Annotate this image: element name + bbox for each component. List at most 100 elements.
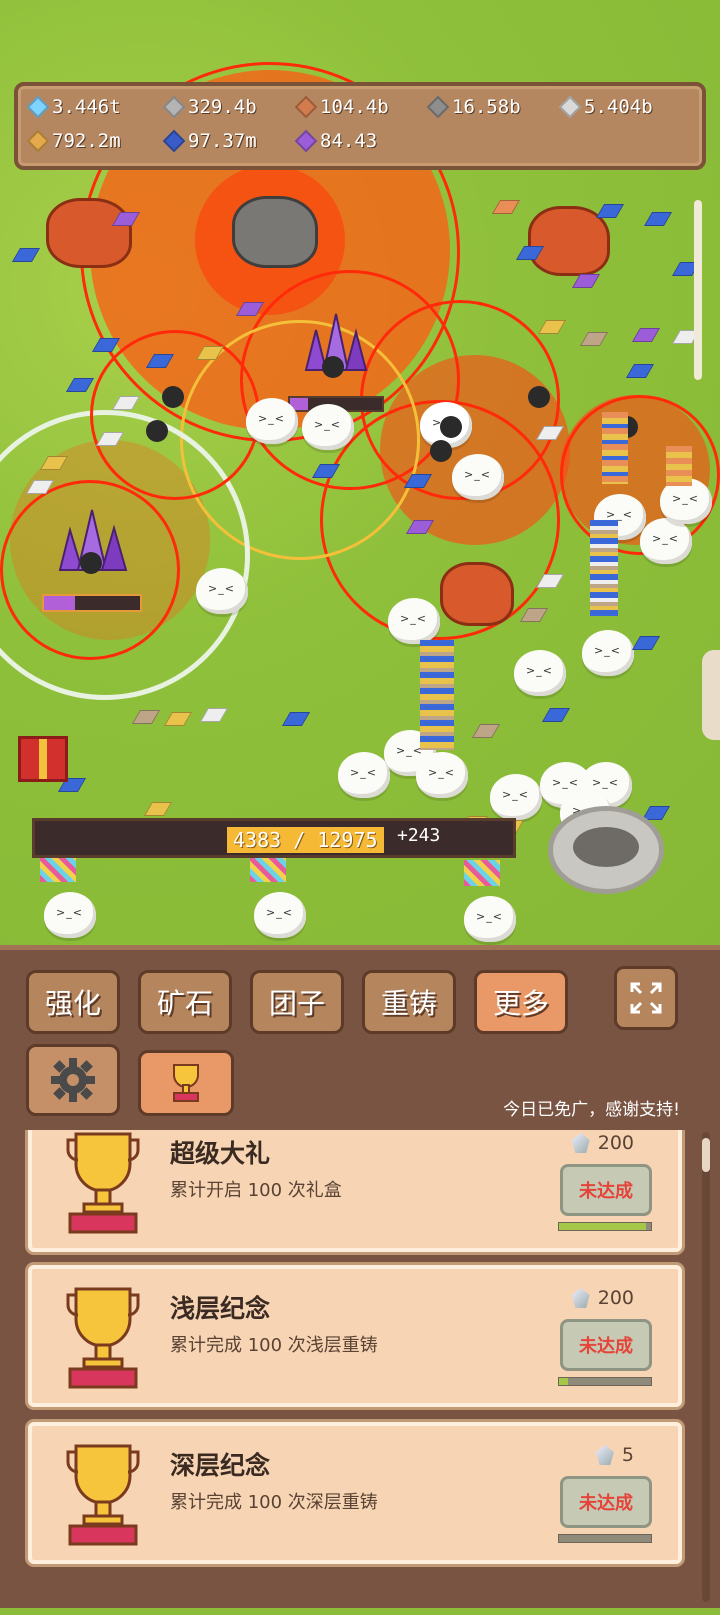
dango-character [196, 568, 248, 614]
achievement-title: 浅层纪念 [170, 1294, 271, 1323]
achievement-reward: 200 [571, 1132, 634, 1154]
dango-character [338, 752, 390, 798]
claim-button[interactable]: 未达成 [560, 1164, 652, 1216]
resource-item: 329.4b [162, 94, 257, 120]
copper-ingot-icon [294, 95, 318, 119]
ore-tile [471, 724, 501, 738]
claim-button[interactable]: 未达成 [560, 1319, 652, 1371]
reward-amount: 200 [597, 1287, 634, 1309]
achievement-desc: 累计完成 100 次浅层重铸 [170, 1335, 378, 1356]
ore-stack [666, 446, 692, 486]
achievements-button[interactable] [138, 1050, 234, 1116]
silver-ingot-icon [558, 95, 582, 119]
ore-tile [579, 332, 609, 346]
dango-character [464, 896, 516, 942]
tab-more[interactable]: 更多 [474, 970, 568, 1034]
tab-reforge[interactable]: 重铸 [362, 970, 456, 1034]
side-drawer-tab[interactable] [702, 650, 720, 740]
ore-stack [420, 640, 454, 750]
game-field[interactable]: 4383 / 12975 +243 3.446t 329.4b 104.4b 1… [0, 0, 720, 965]
trophy-icon [66, 1132, 140, 1234]
gem-icon [571, 1133, 590, 1153]
stone-well[interactable] [548, 806, 664, 894]
claim-button[interactable]: 未达成 [560, 1476, 652, 1528]
dango-character [490, 774, 542, 820]
gear-icon [51, 1058, 95, 1102]
rainbow-flag [40, 856, 76, 882]
tab-upgrade[interactable]: 强化 [26, 970, 120, 1034]
stone-rock[interactable] [232, 196, 318, 268]
diamond-icon [26, 95, 50, 119]
expand-icon [630, 982, 662, 1014]
resource-value: 792.2m [52, 130, 121, 152]
attack-ring [90, 330, 260, 500]
bomb-icon [322, 356, 344, 378]
gold-ingot-icon [26, 129, 50, 153]
dango-character [44, 892, 96, 938]
resource-bar: 3.446t 329.4b 104.4b 16.58b 5.404b 792.2… [14, 82, 706, 170]
achievement-progress [558, 1534, 652, 1543]
amethyst-ingot-icon [294, 129, 318, 153]
reward-amount: 5 [621, 1444, 634, 1466]
dango-character [416, 752, 468, 798]
achievement-reward: 5 [595, 1444, 634, 1466]
side-indicator [694, 200, 702, 380]
resource-value: 104.4b [320, 96, 389, 118]
resource-item: 104.4b [294, 94, 389, 120]
achievement-title: 超级大礼 [170, 1139, 271, 1168]
achievement-card: 浅层纪念 累计完成 100 次浅层重铸 200 未达成 [28, 1265, 682, 1407]
resource-item: 16.58b [426, 94, 521, 120]
achievement-desc: 累计开启 100 次礼盒 [170, 1180, 342, 1201]
dango-character [640, 518, 692, 564]
achievement-card: 超级大礼 累计开启 100 次礼盒 200 未达成 [28, 1130, 682, 1252]
settings-button[interactable] [26, 1044, 120, 1116]
resource-item: 3.446t [26, 94, 121, 120]
bottom-panel: 强化 矿石 团子 重铸 更多 今日已免广，感谢支持! 超级大礼 累计开启 100… [0, 945, 720, 1608]
dango-character [452, 454, 504, 500]
resource-value: 84.43 [320, 130, 378, 152]
copper-ore-rock[interactable] [440, 562, 514, 626]
ore-tile [643, 212, 673, 226]
ore-tile [519, 608, 549, 622]
ore-tile [541, 708, 571, 722]
steel-ingot-icon [426, 95, 450, 119]
tab-ore[interactable]: 矿石 [138, 970, 232, 1034]
iron-ingot-icon [162, 95, 186, 119]
resource-value: 5.404b [584, 96, 653, 118]
ore-health-bar [42, 594, 142, 612]
dango-character [246, 398, 298, 444]
gem-icon [571, 1288, 590, 1308]
bomb-icon [430, 440, 452, 462]
trophy-icon [173, 1064, 199, 1102]
ore-tile [11, 248, 41, 262]
list-scrollbar[interactable] [702, 1132, 710, 1602]
sapphire-ingot-icon [162, 129, 186, 153]
resource-value: 329.4b [188, 96, 257, 118]
resource-value: 3.446t [52, 96, 121, 118]
stage-progress-bar: 4383 / 12975 +243 [32, 818, 516, 858]
bomb-icon [162, 386, 184, 408]
trophy-icon [66, 1287, 140, 1389]
gift-box-icon[interactable] [18, 736, 68, 782]
ore-tile [281, 712, 311, 726]
gem-icon [595, 1445, 614, 1465]
fullscreen-button[interactable] [614, 966, 678, 1030]
dango-character [302, 404, 354, 450]
copper-ore-rock[interactable] [46, 198, 132, 268]
ore-stack [602, 412, 628, 484]
ore-tile [163, 712, 193, 726]
achievement-desc: 累计完成 100 次深层重铸 [170, 1492, 378, 1513]
ore-tile [631, 328, 661, 342]
achievement-progress [558, 1377, 652, 1386]
resource-item: 84.43 [294, 128, 378, 154]
resource-value: 16.58b [452, 96, 521, 118]
achievement-list[interactable]: 超级大礼 累计开启 100 次礼盒 200 未达成 浅层纪念 累计完成 100 … [20, 1130, 692, 1615]
ore-tile [131, 710, 161, 724]
bomb-icon [528, 386, 550, 408]
ore-tile [537, 320, 567, 334]
ore-tile [199, 708, 229, 722]
bomb-icon [440, 416, 462, 438]
rainbow-flag [250, 856, 286, 882]
tab-dango[interactable]: 团子 [250, 970, 344, 1034]
resource-item: 5.404b [558, 94, 653, 120]
